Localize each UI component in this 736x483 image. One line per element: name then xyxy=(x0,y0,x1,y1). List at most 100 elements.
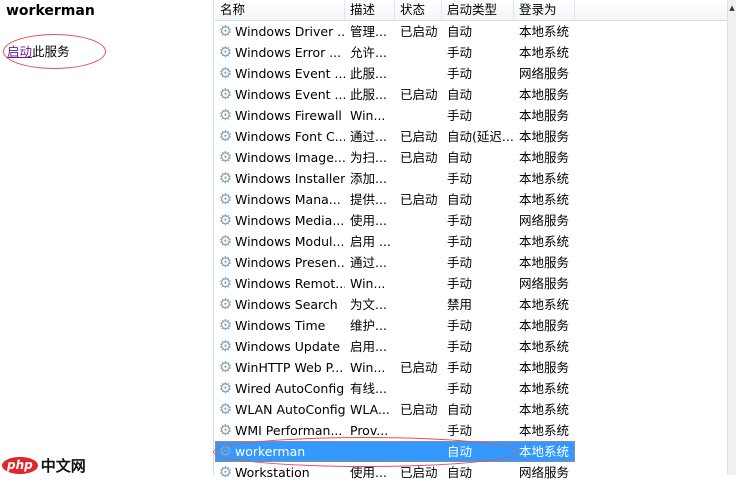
cell-startup-type: 自动 xyxy=(447,24,473,39)
cell-name: ⚙ Windows Update xyxy=(215,336,345,357)
cell-startup-type: 自动 xyxy=(447,402,473,417)
service-name: Windows Remot... xyxy=(235,276,345,291)
column-header-name[interactable]: 名称 xyxy=(215,0,345,20)
cell-description: 通过... xyxy=(350,255,387,270)
table-row[interactable]: ⚙ WLAN AutoConfig WLA... 已启动 自动 本地系统 xyxy=(215,399,727,420)
vertical-scrollbar[interactable]: ▲ xyxy=(727,0,736,475)
cell-name: ⚙ Windows Search xyxy=(215,294,345,315)
cell-logon-as: 网络服务 xyxy=(519,276,570,291)
cell-name: ⚙ Windows Driver ... xyxy=(215,21,345,42)
cell-status xyxy=(395,168,442,189)
gear-icon: ⚙ xyxy=(218,379,233,397)
cell-status: 已启动 xyxy=(400,87,438,102)
cell-name: ⚙ Windows Modul... xyxy=(215,231,345,252)
gear-icon: ⚙ xyxy=(218,316,233,334)
cell-startup-type: 手动 xyxy=(447,360,473,375)
service-title: workerman xyxy=(6,3,95,19)
cell-name: ⚙ WinHTTP Web P... xyxy=(215,357,345,378)
column-header-description[interactable]: 描述 xyxy=(345,0,395,20)
cell-startup-type: 自动 xyxy=(447,150,473,165)
service-name: Workstation xyxy=(235,465,310,480)
cell-logon-as: 本地系统 xyxy=(519,402,570,417)
service-name: workerman xyxy=(235,444,306,459)
table-row[interactable]: ⚙ Windows Installer 添加... 手动 本地系统 xyxy=(215,168,727,189)
watermark: php 中文网 xyxy=(2,455,86,476)
cell-name: ⚙ Windows Event ... xyxy=(215,84,345,105)
column-header-startup-type[interactable]: 启动类型 xyxy=(442,0,514,20)
table-row[interactable]: ⚙ Windows Font C... 通过... 已启动 自动(延迟... 本地服务 xyxy=(215,126,727,147)
gear-icon: ⚙ xyxy=(218,148,233,166)
gear-icon: ⚙ xyxy=(218,253,233,271)
column-header-logon-as[interactable]: 登录为 xyxy=(514,0,575,20)
table-row[interactable]: ⚙ Windows Search 为文... 禁用 本地系统 xyxy=(215,294,727,315)
cell-description: 管理... xyxy=(350,24,387,39)
cell-logon-as: 本地系统 xyxy=(519,45,570,60)
cell-status: 已启动 xyxy=(400,24,438,39)
gear-icon: ⚙ xyxy=(218,22,233,40)
table-row[interactable]: ⚙ Windows Driver ... 管理... 已启动 自动 本地系统 xyxy=(215,21,727,42)
gear-icon: ⚙ xyxy=(218,400,233,418)
cell-startup-type: 手动 xyxy=(447,423,473,438)
table-row[interactable]: ⚙ Workstation 使用... 已启动 自动 网络服务 xyxy=(215,462,727,483)
service-name: Windows Update xyxy=(235,339,341,354)
php-logo: php xyxy=(2,457,38,474)
cell-logon-as: 本地系统 xyxy=(519,339,570,354)
cell-name: ⚙ Windows Image... xyxy=(215,147,345,168)
cell-logon-as: 本地系统 xyxy=(519,423,570,438)
cell-logon-as: 本地系统 xyxy=(519,192,570,207)
table-row[interactable]: ⚙ Windows Error ... 允许... 手动 本地系统 xyxy=(215,42,727,63)
service-name: Windows Image... xyxy=(235,150,345,165)
cell-startup-type: 手动 xyxy=(447,255,473,270)
start-service-suffix: 此服务 xyxy=(32,44,70,59)
cell-startup-type: 禁用 xyxy=(447,297,473,312)
cell-description: Win... xyxy=(350,360,386,375)
cell-name: ⚙ Windows Event ... xyxy=(215,63,345,84)
table-row[interactable]: ⚙ Windows Modul... 启用 ... 手动 本地系统 xyxy=(215,231,727,252)
cell-status xyxy=(395,378,442,399)
scroll-up-arrow-icon[interactable]: ▲ xyxy=(728,4,736,12)
service-name: Windows Installer xyxy=(235,171,345,186)
cell-status xyxy=(395,315,442,336)
gear-icon: ⚙ xyxy=(218,169,233,187)
cell-logon-as: 本地系统 xyxy=(519,171,570,186)
table-row[interactable]: ⚙ workerman 自动 本地系统 xyxy=(215,441,575,462)
cell-status xyxy=(395,231,442,252)
table-row[interactable]: ⚙ Windows Event ... 此服... 手动 网络服务 xyxy=(215,63,727,84)
table-row[interactable]: ⚙ Windows Presen... 通过... 手动 本地服务 xyxy=(215,252,727,273)
gear-icon: ⚙ xyxy=(218,232,233,250)
cell-status xyxy=(395,420,442,441)
cell-name: ⚙ Windows Mana... xyxy=(215,189,345,210)
table-row[interactable]: ⚙ Windows Mana... 提供... 已启动 自动 本地系统 xyxy=(215,189,727,210)
table-row[interactable]: ⚙ WinHTTP Web P... Win... 已启动 手动 本地服务 xyxy=(215,357,727,378)
service-name: Windows Time xyxy=(235,318,326,333)
cell-description: 有线... xyxy=(350,381,387,396)
table-row[interactable]: ⚙ Wired AutoConfig 有线... 手动 本地系统 xyxy=(215,378,727,399)
cell-name: ⚙ workerman xyxy=(215,441,345,462)
service-name: Wired AutoConfig xyxy=(235,381,345,396)
gear-icon: ⚙ xyxy=(218,64,233,82)
watermark-text: 中文网 xyxy=(40,457,86,475)
cell-description: 此服... xyxy=(350,87,387,102)
table-row[interactable]: ⚙ Windows Firewall Win... 手动 本地服务 xyxy=(215,105,727,126)
table-row[interactable]: ⚙ Windows Time 维护... 手动 本地服务 xyxy=(215,315,727,336)
start-service-link[interactable]: 启动 xyxy=(7,44,32,59)
cell-startup-type: 自动(延迟... xyxy=(447,129,514,144)
gear-icon: ⚙ xyxy=(218,337,233,355)
cell-startup-type: 手动 xyxy=(447,66,473,81)
cell-startup-type: 手动 xyxy=(447,171,473,186)
cell-startup-type: 手动 xyxy=(447,318,473,333)
column-header-status[interactable]: 状态 xyxy=(395,0,442,20)
table-row[interactable]: ⚙ Windows Event ... 此服... 已启动 自动 本地服务 xyxy=(215,84,727,105)
cell-status xyxy=(395,273,442,294)
table-row[interactable]: ⚙ Windows Remot... Win... 手动 网络服务 xyxy=(215,273,727,294)
table-row[interactable]: ⚙ Windows Update 启用... 手动 本地系统 xyxy=(215,336,727,357)
cell-description: 启用 ... xyxy=(350,234,391,249)
cell-logon-as: 本地服务 xyxy=(519,108,570,123)
cell-description: 允许... xyxy=(350,45,387,60)
cell-logon-as: 本地服务 xyxy=(519,87,570,102)
gear-icon: ⚙ xyxy=(218,43,233,61)
table-row[interactable]: ⚙ WMI Performan... Prov... 手动 本地系统 xyxy=(215,420,727,441)
table-row[interactable]: ⚙ Windows Media... 使用... 手动 网络服务 xyxy=(215,210,727,231)
table-row[interactable]: ⚙ Windows Image... 为扫... 已启动 自动 本地服务 xyxy=(215,147,727,168)
gear-icon: ⚙ xyxy=(218,295,233,313)
